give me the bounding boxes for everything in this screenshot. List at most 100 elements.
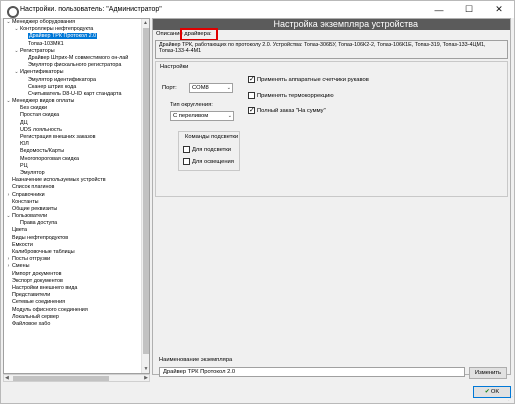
tree-item-label: UDS лояльность bbox=[20, 126, 62, 133]
tree-item-label: Представители bbox=[12, 292, 51, 299]
expander-icon[interactable]: ⌄ bbox=[5, 213, 12, 220]
tree-item[interactable]: ДЦ bbox=[4, 120, 142, 127]
tree-item[interactable]: Калибровочные таблицы bbox=[4, 249, 142, 256]
tree-item-label: Цвета bbox=[12, 227, 28, 234]
expander-icon[interactable]: › bbox=[5, 256, 12, 263]
tree-item-label: ЮЛ bbox=[20, 141, 29, 148]
tree-item-label: Файловое хабо bbox=[12, 320, 51, 327]
tree-item[interactable]: Локальный сервер bbox=[4, 314, 142, 321]
backlight-label: Для подсветки bbox=[192, 146, 232, 153]
tree-rows: ⌄Менеджер оборудования ⌄Контроллеры нефте… bbox=[4, 19, 142, 328]
tree-item[interactable]: Цвета bbox=[4, 227, 142, 234]
tree-item[interactable]: Сканер штрих кода bbox=[4, 84, 142, 91]
scroll-right-arrow-icon[interactable]: ▶ bbox=[144, 375, 148, 382]
port-select[interactable]: COM8 ⌄ bbox=[189, 83, 233, 93]
backlight-checkbox[interactable]: Для подсветки bbox=[183, 146, 231, 153]
tree-item[interactable]: › Справочники bbox=[4, 192, 142, 199]
checkbox-icon[interactable] bbox=[248, 106, 255, 114]
tree-item-label: Регистрация внешних заказов bbox=[20, 134, 96, 140]
hw-counters-checkbox[interactable]: Применять аппаратные счетчики рукавов bbox=[248, 75, 369, 83]
tree-item[interactable]: Экспорт документов bbox=[4, 278, 142, 285]
expander-icon[interactable]: ⌄ bbox=[13, 48, 20, 55]
tree-item[interactable]: Без скидки bbox=[4, 105, 142, 112]
tree-item[interactable]: › Смены bbox=[4, 263, 142, 270]
chevron-down-icon: ⌄ bbox=[226, 85, 231, 91]
tree-item[interactable]: Простая скидка bbox=[4, 112, 142, 119]
tree-item[interactable]: ⌄Менеджер видов оплаты bbox=[4, 98, 142, 105]
tree-item[interactable]: Модуль офисного соединения bbox=[4, 307, 142, 314]
checkbox-icon[interactable] bbox=[248, 75, 255, 83]
tree-item[interactable]: РЦ bbox=[4, 163, 142, 170]
tree-item[interactable]: Драйвер ТРК Протокол 2.0 bbox=[4, 33, 142, 40]
tree-item-label: Калибровочные таблицы bbox=[12, 249, 75, 255]
expander-icon[interactable]: ⌄ bbox=[5, 19, 12, 26]
tree-item[interactable]: Настройки внешнего вида bbox=[4, 285, 142, 292]
tree-item[interactable]: Общие реквизиты bbox=[4, 206, 142, 213]
expander-icon[interactable]: ⌄ bbox=[13, 69, 20, 76]
horizontal-scroll-thumb[interactable] bbox=[13, 376, 109, 381]
device-settings-panel: Настройка экземпляра устройства Описание… bbox=[152, 18, 511, 379]
tree-item[interactable]: Назначение используемых устройств bbox=[4, 177, 142, 184]
tree-item[interactable]: Константы bbox=[4, 199, 142, 206]
rounding-select[interactable]: С переливом ⌄ bbox=[170, 111, 234, 121]
thermo-correction-checkbox[interactable]: Применять термокоррекцию bbox=[248, 92, 334, 99]
full-order-checkbox[interactable]: Полный заказ "На сумму" bbox=[248, 106, 326, 114]
tree-item-label: Смены bbox=[12, 263, 30, 270]
tree-item[interactable]: › Посты отгрузки bbox=[4, 256, 142, 263]
tree-item[interactable]: Многопороговая скидка bbox=[4, 156, 142, 163]
close-button[interactable]: ✕ bbox=[484, 1, 514, 18]
scroll-up-arrow-icon[interactable]: ▲ bbox=[142, 19, 149, 27]
instance-name-field[interactable]: Драйвер ТРК Протокол 2.0 bbox=[159, 367, 465, 377]
tree-item-label: Идентификаторы bbox=[20, 69, 64, 76]
scroll-thumb[interactable] bbox=[143, 28, 149, 354]
tree-item[interactable]: ⌄Идентификаторы bbox=[4, 69, 142, 76]
expander-icon[interactable]: › bbox=[5, 263, 12, 270]
tree-item[interactable]: ⌄Регистраторы bbox=[4, 48, 142, 55]
tree-item[interactable]: Сетевые соединения bbox=[4, 299, 142, 306]
tree-item[interactable]: Файловое хабо bbox=[4, 321, 142, 328]
instance-name-label: Наименование экземпляра bbox=[159, 357, 233, 363]
tree-horizontal-scrollbar[interactable]: ◀ ▶ bbox=[3, 374, 150, 382]
tree-item[interactable]: ⌄Контроллеры нефтепродукта bbox=[4, 26, 142, 33]
tree-item[interactable]: ⌄Менеджер оборудования bbox=[4, 19, 142, 26]
tree-item-label: Драйвер Штрих-М совместимого он-лай bbox=[28, 54, 129, 61]
full-order-label: Полный заказ "На сумму" bbox=[257, 107, 326, 114]
checkbox-icon[interactable] bbox=[183, 146, 190, 153]
tree-item[interactable]: ⌄Пользователи bbox=[4, 213, 142, 220]
tree-item[interactable]: Представители bbox=[4, 292, 142, 299]
lighting-checkbox[interactable]: Для освещения bbox=[183, 158, 234, 165]
tree-item[interactable]: Список плагинов bbox=[4, 184, 142, 191]
expander-icon[interactable]: › bbox=[5, 192, 12, 199]
tree-item[interactable]: Ведомость/Карты bbox=[4, 148, 142, 155]
tree-item-label: Сканер штрих кода bbox=[28, 83, 77, 90]
tree-item[interactable]: Права доступа bbox=[4, 220, 142, 227]
settings-app-icon bbox=[6, 5, 19, 18]
tree-item[interactable]: Топаз-103МК1 bbox=[4, 41, 142, 48]
scroll-down-arrow-icon[interactable]: ▼ bbox=[142, 365, 149, 373]
tree-item[interactable]: Виды нефтепродуктов bbox=[4, 235, 142, 242]
tree-item-label: Эмулятор идентификатора bbox=[28, 76, 96, 83]
minimize-button[interactable]: — bbox=[424, 1, 454, 18]
tree-item[interactable]: Импорт документов bbox=[4, 271, 142, 278]
backlight-commands-title: Команды подсветки bbox=[185, 134, 239, 140]
tree-item[interactable]: Драйвер Штрих-М совместимого он-лай bbox=[4, 55, 142, 62]
checkbox-icon[interactable] bbox=[183, 158, 190, 165]
tree-item[interactable]: Регистрация внешних заказов bbox=[4, 134, 142, 141]
tree-item[interactable]: ЮЛ bbox=[4, 141, 142, 148]
tree-item[interactable]: Считыватель D8-U-ID карт стандарта bbox=[4, 91, 142, 98]
rename-button[interactable]: Изменить bbox=[469, 367, 507, 379]
expander-icon[interactable]: ⌄ bbox=[5, 98, 12, 105]
tree-item[interactable]: Эмулятор идентификатора bbox=[4, 77, 142, 84]
maximize-button[interactable]: ☐ bbox=[454, 1, 484, 18]
resize-grip-icon[interactable]: ⋰ bbox=[508, 396, 513, 402]
scroll-left-arrow-icon[interactable]: ◀ bbox=[5, 375, 9, 382]
expander-icon[interactable]: ⌄ bbox=[13, 26, 20, 33]
tree-vertical-scrollbar[interactable]: ▲ ▼ bbox=[141, 19, 149, 373]
tree-item[interactable]: Эмулятор bbox=[4, 170, 142, 177]
checkbox-icon[interactable] bbox=[248, 92, 255, 99]
ok-button[interactable]: ✔OK bbox=[473, 386, 511, 398]
tree-item[interactable]: Емкости bbox=[4, 242, 142, 249]
tree-item[interactable]: Эмулятор фискального регистратора bbox=[4, 62, 142, 69]
tree-item-label: Менеджер оборудования bbox=[12, 19, 76, 25]
tree-item[interactable]: UDS лояльность bbox=[4, 127, 142, 134]
